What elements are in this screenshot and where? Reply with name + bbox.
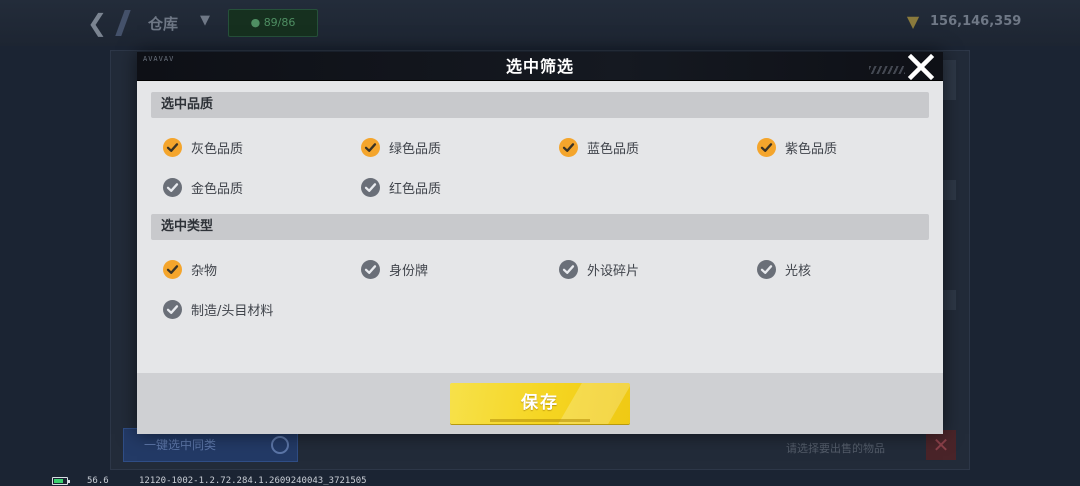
filter-dialog: AVAVAV 选中筛选 选中品质 灰色品质 绿色品质 蓝色品质 紫色品质金色品质 红色品… bbox=[137, 52, 943, 434]
checkbox-label: 外设碎片 bbox=[587, 263, 640, 279]
checkbox-type[interactable]: 光核 bbox=[757, 257, 811, 281]
checkbox-quality[interactable]: 红色品质 bbox=[361, 175, 441, 199]
checkbox-quality[interactable]: 金色品质 bbox=[163, 175, 243, 199]
checkbox-label: 红色品质 bbox=[389, 181, 442, 197]
checkbox-quality[interactable]: 紫色品质 bbox=[757, 135, 837, 159]
battery-icon bbox=[52, 477, 70, 485]
close-icon bbox=[907, 53, 935, 81]
background-side-tab bbox=[942, 180, 956, 200]
checkmark-unchecked-icon bbox=[559, 259, 578, 279]
checkmark-unchecked-icon bbox=[757, 259, 776, 279]
currency-icon: ▼ bbox=[906, 12, 920, 31]
save-button-label: 保存 bbox=[521, 393, 559, 413]
checkbox-label: 绿色品质 bbox=[389, 141, 442, 157]
checkbox-label: 身份牌 bbox=[389, 263, 429, 279]
section-header-type: 选中类型 bbox=[151, 214, 929, 240]
background-side-tab bbox=[942, 290, 956, 310]
background-hint-text: 请选择要出售的物品 bbox=[786, 442, 885, 455]
checkbox-label: 制造/头目材料 bbox=[191, 303, 274, 319]
section-header-quality: 选中品质 bbox=[151, 92, 929, 118]
back-arrow-icon: ❮ bbox=[86, 9, 108, 37]
background-title: 仓库 bbox=[148, 15, 179, 33]
checkmark-unchecked-icon bbox=[361, 259, 380, 279]
checkbox-label: 光核 bbox=[785, 263, 812, 279]
dialog-header: AVAVAV 选中筛选 bbox=[137, 52, 943, 81]
background-select-same-label: 一键选中同类 bbox=[144, 438, 217, 452]
checkbox-label: 灰色品质 bbox=[191, 141, 244, 157]
checkmark-unchecked-icon bbox=[163, 299, 182, 319]
checkmark-checked-icon bbox=[361, 137, 380, 157]
info-circle-icon bbox=[271, 436, 289, 454]
build-version: 12120-1002-1.2.72.284.1.2609240043_37215… bbox=[139, 476, 367, 486]
checkmark-checked-icon bbox=[163, 259, 182, 279]
dialog-body: 选中品质 灰色品质 绿色品质 蓝色品质 紫色品质金色品质 红色品质 选中类型 杂物 身份牌… bbox=[137, 82, 943, 373]
dialog-footer: 保存 bbox=[137, 373, 943, 434]
checkbox-label: 紫色品质 bbox=[785, 141, 838, 157]
checkbox-quality[interactable]: 绿色品质 bbox=[361, 135, 441, 159]
checkbox-label: 杂物 bbox=[191, 263, 218, 279]
debug-status-bar: 56.6 12120-1002-1.2.72.284.1.2609240043_… bbox=[0, 472, 1080, 486]
save-button[interactable]: 保存 bbox=[450, 383, 630, 424]
checkbox-type[interactable]: 身份牌 bbox=[361, 257, 428, 281]
checkmark-checked-icon bbox=[757, 137, 776, 157]
checkbox-type[interactable]: 杂物 bbox=[163, 257, 217, 281]
chevron-down-icon: ▼ bbox=[200, 13, 210, 28]
background-side-tab bbox=[942, 60, 956, 100]
checkmark-unchecked-icon bbox=[163, 177, 182, 197]
checkmark-checked-icon bbox=[163, 137, 182, 157]
checkmark-unchecked-icon bbox=[361, 177, 380, 197]
checkbox-quality[interactable]: 灰色品质 bbox=[163, 135, 243, 159]
checkmark-checked-icon bbox=[559, 137, 578, 157]
checkbox-label: 蓝色品质 bbox=[587, 141, 640, 157]
checkbox-type[interactable]: 外设碎片 bbox=[559, 257, 639, 281]
close-button[interactable] bbox=[906, 52, 936, 82]
currency-value: 156,146,359 bbox=[930, 14, 1022, 29]
fps-counter: 56.6 bbox=[87, 476, 109, 486]
checkbox-quality[interactable]: 蓝色品质 bbox=[559, 135, 639, 159]
checkbox-label: 金色品质 bbox=[191, 181, 244, 197]
checkbox-type[interactable]: 制造/头目材料 bbox=[163, 297, 273, 321]
capacity-indicator: ● 89/86 bbox=[228, 9, 318, 37]
dialog-title: 选中筛选 bbox=[505, 57, 574, 76]
background-close-icon: ✕ bbox=[926, 430, 956, 460]
